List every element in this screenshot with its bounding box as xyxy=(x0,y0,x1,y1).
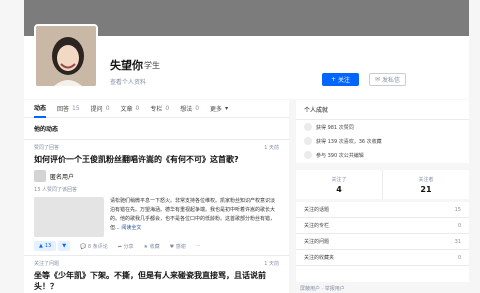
list-item[interactable]: 关注的专栏 0 xyxy=(296,218,469,234)
avatar-photo xyxy=(36,26,96,86)
tab-thoughts[interactable]: 想法 0 xyxy=(180,100,199,118)
tab-questions[interactable]: 提问 0 xyxy=(91,100,110,118)
activity-heading: 他的动态 xyxy=(24,118,289,140)
message-button[interactable]: ✉ 发私信 xyxy=(369,73,406,86)
tab-articles[interactable]: 文章 0 xyxy=(121,100,140,118)
profile-name: 失望你 xyxy=(110,59,143,72)
list-item[interactable]: 关注的收藏夹 0 xyxy=(296,250,469,266)
answer-actions: ▲ 13 ▼ 💬 8 条评论 ➦ 分享 ★ 收藏 ♥ 感谢 ··· xyxy=(34,241,279,251)
followed-list: 关注的话题 15 关注的专栏 0 关注的问题 31 关注的收藏夹 0 xyxy=(296,202,469,282)
achievements-title: 个人成就 xyxy=(296,100,469,120)
followers-count[interactable]: 关注者 21 xyxy=(382,170,469,199)
answer-thumbnail[interactable] xyxy=(34,197,104,237)
edit-icon xyxy=(304,151,312,159)
tab-activity[interactable]: 动态 xyxy=(34,100,47,118)
main-content: 动态 回答 15 提问 0 文章 0 专栏 0 想法 0 更多 ▾ 他的动态 赞同了回答 1… xyxy=(24,100,289,293)
downvote-icon: ▼ xyxy=(62,243,67,249)
comments-button[interactable]: 💬 8 条评论 xyxy=(80,243,108,250)
comment-icon: 💬 xyxy=(80,243,87,250)
feed-action: 赞同了回答 xyxy=(34,145,60,151)
profile-tabs: 动态 回答 15 提问 0 文章 0 专栏 0 想法 0 更多 ▾ xyxy=(24,100,289,118)
profile-headline: 学生 xyxy=(144,61,160,70)
heart-icon xyxy=(304,137,312,145)
chat-icon: ✉ xyxy=(374,76,380,83)
feed-item: 赞同了回答 1 天前 如何评价一个王俊凯粉丝翻唱许嵩的《有何不可》这首歌? 匿名… xyxy=(24,140,289,256)
more-icon[interactable]: ··· xyxy=(196,243,201,249)
achievements-card: 个人成就 获得 981 次赞同 获得 139 次喜欢，36 次收藏 参与 390… xyxy=(296,100,469,163)
feed-title[interactable]: 如何评价一个王俊凯粉丝翻唱许嵩的《有何不可》这首歌? xyxy=(34,154,279,165)
thumbs-up-icon xyxy=(304,123,312,131)
block-report-links[interactable]: 屏蔽用户 · 举报用户 xyxy=(300,285,345,292)
following-count[interactable]: 关注了 4 xyxy=(296,170,382,199)
feed-time: 1 天前 xyxy=(264,145,279,151)
read-more-link[interactable]: 阅读全文 xyxy=(121,225,141,231)
follow-stats: 关注了 4 关注者 21 xyxy=(296,170,469,199)
heart-icon: ♥ xyxy=(169,243,175,250)
tab-more[interactable]: 更多 ▾ xyxy=(210,100,228,118)
share-icon: ➦ xyxy=(117,243,122,250)
thanks-button[interactable]: ♥ 感谢 xyxy=(170,243,186,250)
upvote-icon: ▲ xyxy=(39,243,43,249)
list-item[interactable]: 关注的话题 15 xyxy=(296,202,469,218)
tab-answers[interactable]: 回答 15 xyxy=(57,100,80,118)
answer-excerpt[interactable]: 请松驰们稍微平息一下怒火。非常支持各位维权。凯家粉丝知识产权意识淡泊有错在先。万… xyxy=(110,197,279,237)
avatar[interactable] xyxy=(34,24,98,88)
share-button[interactable]: ➦ 分享 xyxy=(118,243,134,250)
agree-count: 13 人赞同了该回答 xyxy=(34,187,77,193)
list-item[interactable]: 关注的问题 31 xyxy=(296,234,469,250)
feed-title[interactable]: 坐等《少年凯》下架。不撕，但是有人来碰瓷我直接骂，且话说前头！？ xyxy=(34,270,279,292)
anonymous-avatar xyxy=(34,170,46,182)
tab-columns[interactable]: 专栏 0 xyxy=(150,100,169,118)
feed-item: 关注了问题 1 天前 坐等《少年凯》下架。不撕，但是有人来碰瓷我直接骂，且话说前… xyxy=(24,256,289,293)
feed-time: 1 天前 xyxy=(264,261,279,267)
star-icon: ★ xyxy=(143,243,148,250)
chevron-down-icon: ▾ xyxy=(225,105,229,112)
view-details-link[interactable]: 查看个人资料 xyxy=(110,77,146,86)
downvote-button[interactable]: ▼ xyxy=(58,241,71,251)
feed-action: 关注了问题 xyxy=(34,261,60,267)
collect-button[interactable]: ★ 收藏 xyxy=(144,243,160,250)
follow-button[interactable]: + 关注 xyxy=(322,73,359,86)
plus-icon: + xyxy=(330,76,336,83)
answer-author: 匿名用户 xyxy=(34,170,279,182)
upvote-button[interactable]: ▲ 13 xyxy=(34,241,57,251)
